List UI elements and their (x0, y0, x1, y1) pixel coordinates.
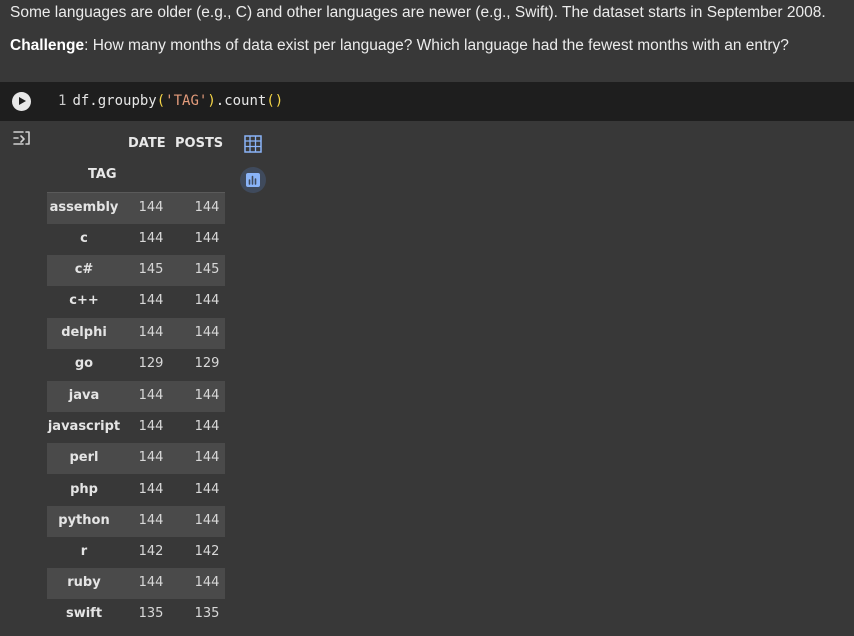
row-index: c (80, 231, 88, 246)
row-index: java (68, 388, 100, 403)
row-index: c# (74, 262, 94, 277)
play-icon[interactable] (12, 92, 31, 111)
row-index: go (74, 356, 94, 371)
table-row: c# 145 145 (47, 255, 225, 286)
cell-posts: 144 (194, 419, 220, 434)
row-index: ruby (67, 575, 101, 590)
table-row: assembly 144 144 (47, 193, 225, 224)
cell-posts: 145 (194, 262, 220, 277)
cell-date: 144 (138, 325, 164, 340)
code-paren-open: ( (156, 93, 166, 109)
bar-chart-icon[interactable] (240, 167, 266, 193)
markdown-intro: Some languages are older (e.g., C) and o… (10, 4, 826, 21)
row-index: perl (69, 450, 99, 465)
row-index: delphi (61, 325, 107, 340)
row-index: python (58, 513, 110, 528)
cell-date: 142 (138, 544, 164, 559)
cell-posts: 144 (194, 575, 220, 590)
code-cell[interactable]: 1 df.groupby('TAG').count() (0, 82, 854, 121)
table-icon[interactable] (240, 131, 266, 157)
table-row: perl 144 144 (47, 443, 225, 474)
cell-posts: 144 (194, 513, 220, 528)
index-header-tag: TAG (88, 167, 117, 182)
cell-posts: 144 (194, 325, 220, 340)
challenge-text: : How many months of data exist per lang… (84, 37, 789, 54)
row-index: php (70, 482, 98, 497)
code-paren-close: ) (207, 93, 216, 109)
cell-date: 144 (138, 450, 164, 465)
cell-posts: 142 (194, 544, 220, 559)
column-header-date: DATE (128, 136, 166, 151)
cell-date: 144 (138, 575, 164, 590)
row-index: c++ (69, 293, 99, 308)
cell-posts: 135 (194, 606, 220, 621)
output-toggle-icon[interactable] (12, 129, 32, 147)
cell-posts: 144 (194, 450, 220, 465)
table-row: php 144 144 (47, 475, 225, 506)
cell-posts: 144 (194, 482, 220, 497)
table-row: c++ 144 144 (47, 286, 225, 317)
row-index: swift (65, 606, 103, 621)
cell-posts: 129 (194, 356, 220, 371)
markdown-challenge: Challenge: How many months of data exist… (10, 37, 789, 55)
table-row: javascript 144 144 (47, 412, 225, 443)
line-number: 1 (58, 93, 67, 109)
row-index: assembly (49, 200, 119, 215)
cell-posts: 144 (194, 231, 220, 246)
cell-date: 144 (138, 419, 164, 434)
table-row: java 144 144 (47, 381, 225, 412)
cell-date: 144 (138, 293, 164, 308)
table-row: go 129 129 (47, 349, 225, 380)
code-call-parens: () (266, 93, 284, 109)
cell-posts: 144 (194, 200, 220, 215)
table-row: r 142 142 (47, 537, 225, 568)
code-string-arg: 'TAG' (165, 93, 208, 109)
code-editor-line[interactable]: 1 df.groupby('TAG').count() (58, 93, 283, 109)
table-row: c 144 144 (47, 224, 225, 255)
cell-date: 144 (138, 388, 164, 403)
cell-date: 129 (138, 356, 164, 371)
cell-date: 135 (138, 606, 164, 621)
row-index: r (80, 544, 88, 559)
cell-date: 144 (138, 231, 164, 246)
code-prefix: df.groupby (72, 93, 157, 109)
cell-posts: 144 (194, 388, 220, 403)
cell-date: 144 (138, 200, 164, 215)
cell-date: 144 (138, 513, 164, 528)
row-index: javascript (47, 419, 121, 434)
table-row: swift 135 135 (47, 599, 225, 630)
table-row: delphi 144 144 (47, 318, 225, 349)
code-method: .count (215, 93, 267, 109)
cell-date: 145 (138, 262, 164, 277)
cell-posts: 144 (194, 293, 220, 308)
table-row: ruby 144 144 (47, 568, 225, 599)
column-header-posts: POSTS (175, 136, 224, 151)
challenge-label: Challenge (10, 37, 85, 54)
table-row: python 144 144 (47, 506, 225, 537)
cell-date: 144 (138, 482, 164, 497)
